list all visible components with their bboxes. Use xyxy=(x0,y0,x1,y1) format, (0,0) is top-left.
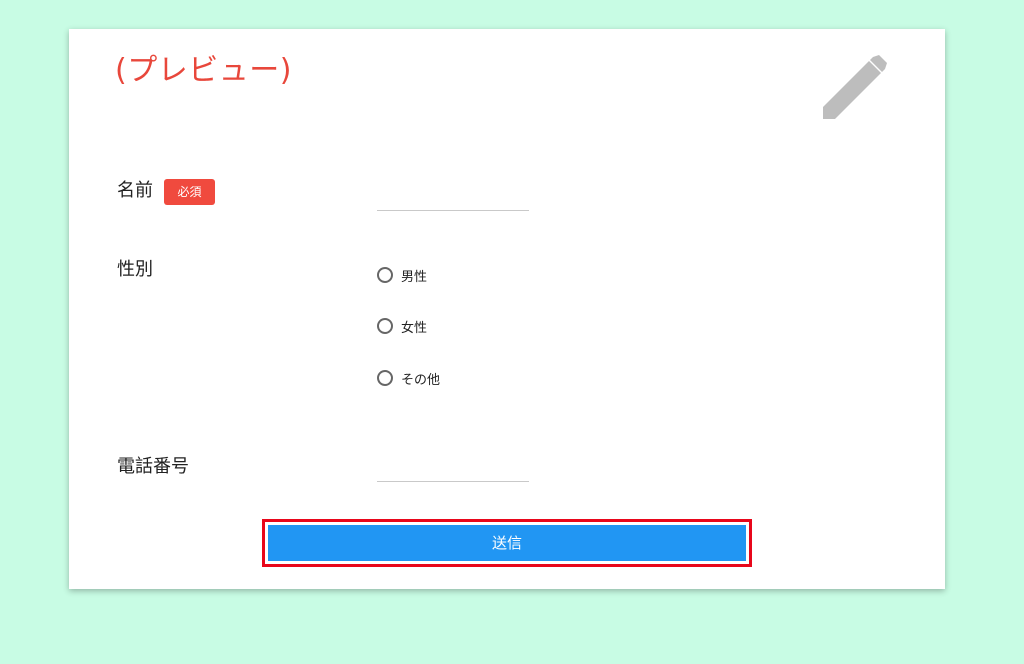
radio-option-female[interactable]: 女性 xyxy=(377,316,427,336)
radio-button[interactable] xyxy=(377,318,393,334)
name-input[interactable] xyxy=(377,180,529,211)
submit-highlight-frame: 送信 xyxy=(262,519,752,567)
radio-label-female: 女性 xyxy=(401,320,428,336)
radio-label-male: 男性 xyxy=(401,269,428,285)
required-badge: 必須 xyxy=(164,179,215,205)
radio-option-male[interactable]: 男性 xyxy=(377,265,427,285)
name-label: 名前 xyxy=(117,180,153,201)
pencil-icon[interactable] xyxy=(821,55,891,125)
form-preview-card: (プレビュー) 名前 必須 性別 男性 女性 その他 電話番号 送信 xyxy=(69,29,945,589)
gender-label: 性別 xyxy=(117,259,153,280)
radio-button[interactable] xyxy=(377,370,393,386)
radio-option-other[interactable]: その他 xyxy=(377,368,440,388)
radio-label-other: その他 xyxy=(401,372,441,388)
radio-button[interactable] xyxy=(377,267,393,283)
phone-input[interactable] xyxy=(377,451,529,482)
preview-title: (プレビュー) xyxy=(115,53,292,88)
submit-button[interactable]: 送信 xyxy=(268,525,746,561)
phone-label: 電話番号 xyxy=(117,456,189,477)
